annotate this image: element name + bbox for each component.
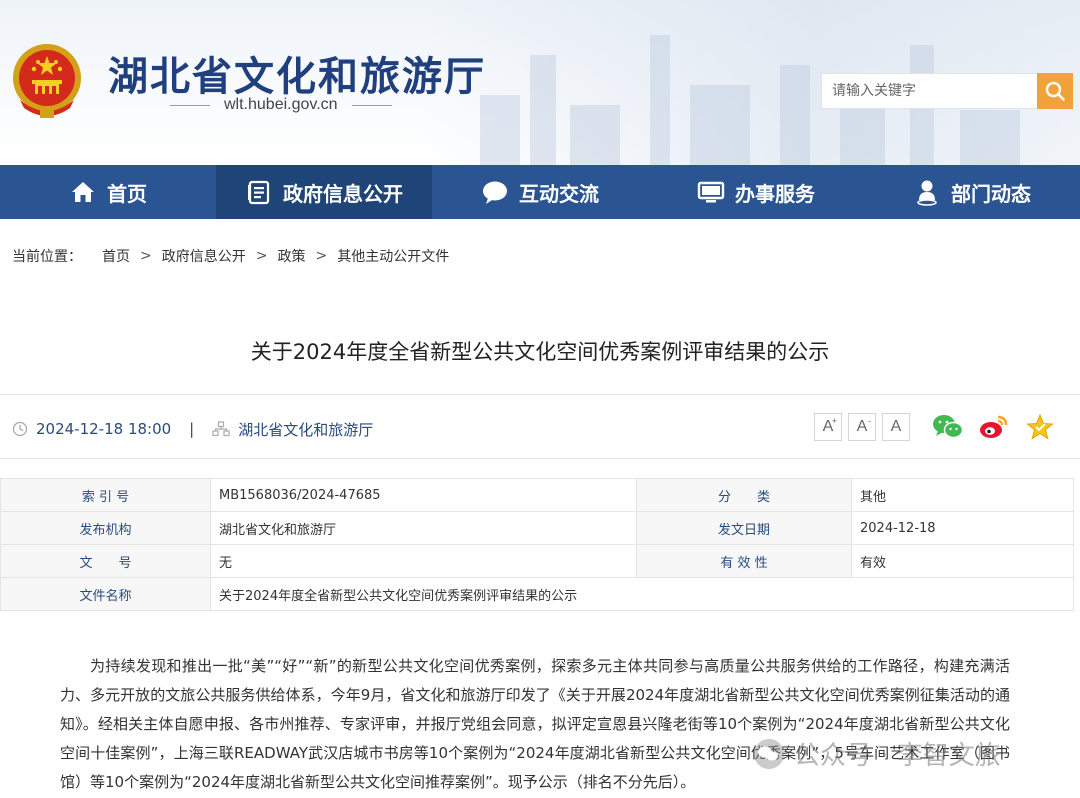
label-category: 分 类: [636, 478, 852, 512]
article-body-paragraph: 为持续发现和推出一批“美”“好”“新”的新型公共文化空间优秀案例，探索多元主体共…: [60, 657, 1010, 791]
value-file-name: 关于2024年度全省新型公共文化空间优秀案例评审结果的公示: [210, 577, 1074, 611]
table-row: 索 引 号 MB1568036/2024-47685 分 类 其他: [0, 478, 1074, 512]
font-increase-button[interactable]: A +: [814, 413, 842, 441]
nav-item-home[interactable]: 首页: [0, 165, 216, 219]
search-button[interactable]: [1037, 73, 1073, 109]
weibo-share-button[interactable]: [978, 411, 1010, 443]
meta-divider-line: [0, 458, 1080, 459]
label-issue-date: 发文日期: [636, 511, 852, 545]
national-emblem-logo: [13, 44, 81, 118]
monitor-icon: [697, 178, 725, 206]
breadcrumb-other-files[interactable]: 其他主动公开文件: [337, 246, 449, 266]
value-issue-date: 2024-12-18: [851, 511, 1074, 545]
nav-label-services: 办事服务: [735, 181, 815, 206]
breadcrumb-separator: >: [255, 248, 268, 264]
table-row: 文 号 无 有 效 性 有效: [0, 544, 1074, 578]
nav-label-interaction: 互动交流: [519, 181, 599, 206]
clock-icon: [12, 421, 28, 437]
value-validity: 有效: [851, 544, 1074, 578]
breadcrumb-home[interactable]: 首页: [102, 246, 130, 266]
favorite-button[interactable]: [1024, 411, 1056, 443]
article-title: 关于2024年度全省新型公共文化空间优秀案例评审结果的公示: [250, 340, 830, 364]
document-info-table: 索 引 号 MB1568036/2024-47685 分 类 其他 发布机构 湖…: [0, 478, 1074, 611]
breadcrumb-separator: >: [315, 248, 328, 264]
table-row: 文件名称 关于2024年度全省新型公共文化空间优秀案例评审结果的公示: [0, 577, 1074, 611]
label-doc-number: 文 号: [0, 544, 211, 578]
nav-item-gov-info[interactable]: 政府信息公开: [216, 165, 432, 219]
value-publisher: 湖北省文化和旅游厅: [210, 511, 637, 545]
nav-item-interaction[interactable]: 互动交流: [432, 165, 648, 219]
site-title: 湖北省文化和旅游厅: [108, 53, 486, 100]
wechat-icon: [933, 415, 964, 439]
label-publisher: 发布机构: [0, 511, 211, 545]
organization-icon: [212, 421, 230, 437]
nav-item-department-news[interactable]: 部门动态: [864, 165, 1080, 219]
url-left-line: [170, 104, 210, 106]
search-icon: [1045, 81, 1065, 101]
font-reset-button[interactable]: A: [882, 413, 910, 441]
publish-date: 2024-12-18 18:00: [36, 420, 172, 438]
nav-label-home: 首页: [107, 181, 147, 206]
url-right-line: [351, 104, 392, 106]
article-meta: 2024-12-18 18:00 | 湖北省文化和旅游厅: [12, 418, 373, 440]
person-pin-icon: [913, 178, 941, 206]
star-icon: [1026, 413, 1054, 440]
font-size-controls: A + A- A: [814, 413, 910, 441]
breadcrumb-separator: >: [140, 248, 152, 264]
breadcrumb-policy[interactable]: 政策: [277, 246, 305, 266]
table-row: 发布机构 湖北省文化和旅游厅 发文日期 2024-12-18: [0, 511, 1074, 545]
breadcrumb: 当前位置： 首页 > 政府信息公开 > 政策 > 其他主动公开文件: [12, 246, 449, 266]
value-category: 其他: [851, 478, 1074, 512]
title-divider: [0, 394, 1080, 395]
chat-bubble-icon: [481, 178, 509, 206]
label-file-name: 文件名称: [0, 577, 211, 611]
nav-label-gov-info: 政府信息公开: [283, 181, 403, 206]
value-doc-number: 无: [210, 544, 637, 578]
share-buttons: [932, 411, 1056, 443]
site-url: wlt.hubei.gov.cn: [224, 96, 338, 113]
label-index-number: 索 引 号: [0, 478, 211, 512]
document-list-icon: [245, 178, 273, 206]
meta-divider: |: [189, 420, 195, 438]
site-header: 湖北省文化和旅游厅 wlt.hubei.gov.cn: [0, 0, 1080, 165]
nav-item-services[interactable]: 办事服务: [648, 165, 864, 219]
weibo-icon: [980, 415, 1008, 438]
publish-source: 湖北省文化和旅游厅: [238, 420, 374, 439]
wechat-share-button[interactable]: [932, 411, 964, 443]
font-decrease-button[interactable]: A-: [848, 413, 876, 441]
value-index-number: MB1568036/2024-47685: [210, 478, 637, 512]
search-input[interactable]: [821, 73, 1037, 109]
nav-label-department-news: 部门动态: [951, 181, 1031, 206]
label-validity: 有 效 性: [636, 544, 852, 578]
main-nav: 首页 政府信息公开 互动交流 办事服务 部门动态: [0, 165, 1080, 219]
breadcrumb-gov-info[interactable]: 政府信息公开: [162, 246, 246, 266]
site-url-row: wlt.hubei.gov.cn: [170, 96, 392, 114]
breadcrumb-prefix: 当前位置：: [12, 249, 82, 265]
home-icon: [69, 178, 97, 206]
